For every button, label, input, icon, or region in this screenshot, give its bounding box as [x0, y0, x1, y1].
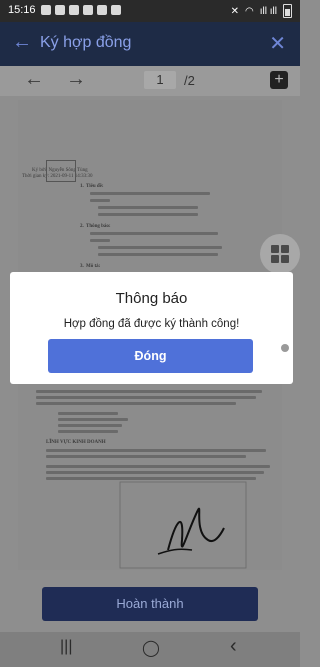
settings-icon: [97, 5, 107, 15]
home-icon[interactable]: ◯: [142, 638, 160, 658]
back-arrow-icon[interactable]: ←: [12, 31, 32, 54]
message-icon: [41, 5, 51, 15]
section-number: 2.: [80, 224, 84, 229]
signature-stamp-box: [46, 160, 76, 182]
message-icon: [55, 5, 65, 15]
page-title: Ký hợp đồng: [40, 34, 132, 51]
system-nav-bar: ||| ◯ ‹: [0, 632, 300, 667]
section-title: Thông báo:: [86, 224, 111, 229]
signature-image: [119, 481, 247, 569]
recents-icon[interactable]: |||: [60, 638, 72, 656]
grid-menu-button[interactable]: [260, 234, 300, 274]
paragraph-heading: LĨNH VỰC KINH DOANH: [46, 440, 106, 445]
finish-button[interactable]: Hoàn thành: [42, 587, 258, 621]
section-number: 1.: [80, 184, 84, 189]
status-bar: 15:16 ✕ ◠ ıll ıll: [0, 0, 300, 22]
close-dialog-button[interactable]: Đóng: [48, 339, 253, 373]
notification-icons: [41, 5, 121, 15]
battery-icon: [283, 4, 292, 18]
settings-icon: [69, 5, 79, 15]
app-bar: ← Ký hợp đồng ✕: [0, 22, 300, 66]
mute-icon: ✕: [230, 5, 240, 17]
dialog-message: Hợp đồng đã được ký thành công!: [63, 318, 240, 330]
status-right: ✕ ◠ ıll ıll: [231, 4, 292, 18]
page-navigator: ← → 1 /2 +: [0, 66, 300, 96]
add-signature-icon[interactable]: +: [270, 71, 288, 89]
section-title: Tiêu đề:: [86, 184, 104, 189]
back-icon[interactable]: ‹: [230, 635, 237, 658]
prev-page-icon[interactable]: ←: [24, 68, 44, 91]
wifi-icon: ◠: [245, 5, 254, 17]
scroll-indicator: [281, 344, 289, 352]
page-total: /2: [184, 73, 195, 88]
success-dialog: Thông báo Hợp đồng đã được ký thành công…: [10, 272, 293, 384]
next-page-icon[interactable]: →: [66, 68, 86, 91]
section-title: Mô tả:: [86, 264, 101, 269]
image-icon: [111, 5, 121, 15]
signal-icon: ıll ıll: [259, 5, 277, 17]
page-number-input[interactable]: 1: [144, 71, 176, 89]
section-number: 3.: [80, 264, 84, 269]
settings-icon: [83, 5, 93, 15]
close-icon[interactable]: ✕: [269, 31, 286, 56]
status-time: 15:16: [8, 4, 36, 16]
dialog-title: Thông báo: [115, 290, 188, 307]
